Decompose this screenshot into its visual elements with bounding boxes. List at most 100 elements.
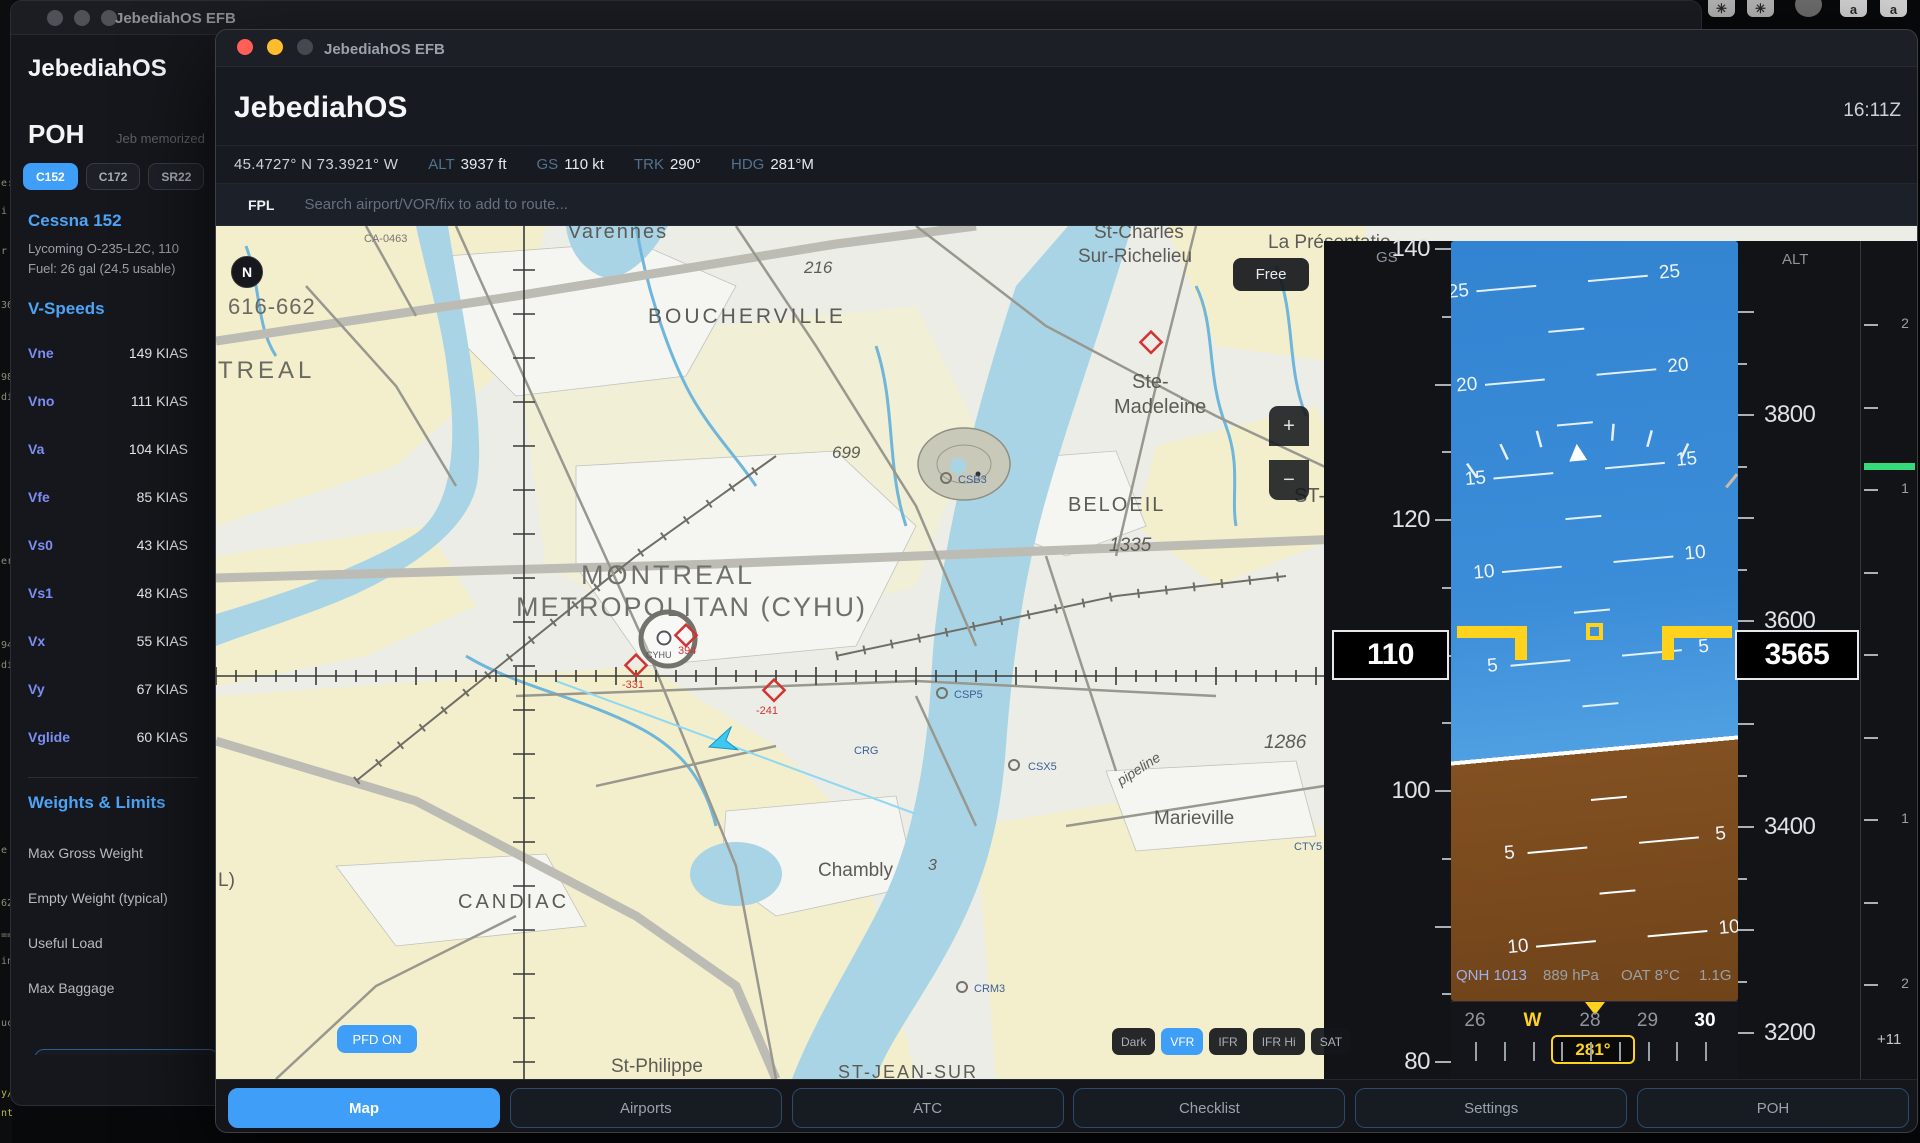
vsi-bar bbox=[1864, 463, 1915, 470]
aircraft-tab-c172[interactable]: C172 bbox=[86, 163, 141, 190]
map-label: CSB3 bbox=[958, 474, 987, 486]
titlebar[interactable]: JebediahOS EFB bbox=[216, 30, 1917, 67]
pressure-value: 889 hPa bbox=[1543, 967, 1599, 984]
heading-scale-number: 29 bbox=[1626, 1010, 1670, 1032]
alt-tape-number: 3400 bbox=[1764, 813, 1815, 841]
weight-row: Max Baggage bbox=[28, 966, 213, 1011]
pitch-label: 10 bbox=[1463, 560, 1505, 586]
status-gs: GS110 kt bbox=[537, 156, 604, 173]
map-mode-button[interactable]: Free bbox=[1233, 258, 1309, 291]
vspeed-row: Vs043 KIAS bbox=[28, 523, 188, 571]
amazon-app-icon[interactable]: a bbox=[1840, 0, 1867, 17]
aircraft-name: Cessna 152 bbox=[28, 211, 122, 231]
efb-window: JebediahOS EFB JebediahOS 16:11Z 45.4727… bbox=[215, 29, 1918, 1133]
terminal-text: r bbox=[1, 246, 7, 257]
map-label: CRG bbox=[854, 745, 878, 757]
map-label: Varennes bbox=[568, 226, 668, 243]
map-label: ST-JEAN-SUR bbox=[838, 1062, 978, 1079]
pitch-label: 25 bbox=[1451, 279, 1479, 305]
map-layer-ifr-hi[interactable]: IFR Hi bbox=[1253, 1028, 1305, 1055]
heading-scale-number: W bbox=[1511, 1010, 1555, 1032]
weight-row: Useful Load bbox=[28, 921, 213, 966]
qnh-value: QNH 1013 bbox=[1456, 967, 1527, 984]
close-icon[interactable] bbox=[237, 39, 253, 55]
sidebar-map-button[interactable]: Map bbox=[34, 1049, 216, 1055]
map-label: 1286 bbox=[1264, 732, 1307, 753]
weights-heading: Weights & Limits bbox=[28, 793, 166, 813]
map-layer-ifr[interactable]: IFR bbox=[1209, 1028, 1246, 1055]
map-label: TREAL bbox=[218, 357, 315, 384]
pitch-label: 20 bbox=[1657, 354, 1699, 380]
amazon-app-icon[interactable]: a bbox=[1880, 0, 1907, 17]
pitch-label: 10 bbox=[1497, 934, 1539, 960]
map-layer-dark[interactable]: Dark bbox=[1112, 1028, 1155, 1055]
map-layer-sat[interactable]: SAT bbox=[1311, 1028, 1351, 1055]
close-icon[interactable] bbox=[47, 10, 63, 26]
terminal-text: e bbox=[1, 845, 7, 856]
vspeeds-table: Vne149 KIASVno111 KIASVa104 KIASVfe85 KI… bbox=[28, 331, 188, 763]
map-label: CYHU bbox=[646, 650, 672, 660]
map-label: Marieville bbox=[1154, 808, 1234, 829]
nav-tab-atc[interactable]: ATC bbox=[792, 1088, 1064, 1128]
aircraft-tab-sr22[interactable]: SR22 bbox=[148, 163, 204, 190]
vspeed-row: Vno111 KIAS bbox=[28, 379, 188, 427]
pfd-panel: GS ALT 14012010080 3800360034003200 2525… bbox=[1324, 241, 1918, 1079]
nav-tab-settings[interactable]: Settings bbox=[1355, 1088, 1627, 1128]
map-label: CSP5 bbox=[954, 689, 983, 701]
maximize-icon[interactable] bbox=[297, 39, 313, 55]
map-label: -241 bbox=[756, 705, 778, 717]
zoom-in-button[interactable]: + bbox=[1269, 406, 1309, 446]
vsi-scale: +11 2112 bbox=[1860, 241, 1918, 1079]
aircraft-tab-c152[interactable]: C152 bbox=[23, 163, 78, 190]
map-label: BOUCHERVILLE bbox=[648, 305, 846, 328]
vspeed-row: Vne149 KIAS bbox=[28, 331, 188, 379]
window-title: JebediahOS EFB bbox=[324, 41, 445, 58]
poh-note: Jeb memorized bbox=[116, 131, 205, 146]
status-hdg: HDG281°M bbox=[731, 156, 814, 173]
bottom-nav: MapAirportsATCChecklistSettingsPOH bbox=[216, 1079, 1918, 1133]
circle-app-icon[interactable] bbox=[1795, 0, 1822, 17]
map-layer-switcher: DarkVFRIFR IFR HiSAT bbox=[1112, 1028, 1351, 1055]
pitch-label: 20 bbox=[1451, 373, 1488, 399]
map-label: BELOEIL bbox=[1068, 494, 1165, 516]
pitch-label: 5 bbox=[1472, 654, 1514, 680]
pfd-toggle-button[interactable]: PFD ON bbox=[337, 1025, 417, 1053]
north-indicator-button[interactable]: N bbox=[231, 256, 263, 288]
map-label: 1335 bbox=[1109, 535, 1152, 556]
nav-tab-poh[interactable]: POH bbox=[1637, 1088, 1909, 1128]
vspeed-row: Va104 KIAS bbox=[28, 427, 188, 475]
poh-sidebar: JebediahOS POH Jeb memorized C152C172SR2… bbox=[11, 35, 216, 1055]
roll-scale bbox=[1451, 396, 1738, 565]
speed-tape-number: 100 bbox=[1382, 777, 1430, 805]
map-layer-vfr[interactable]: VFR bbox=[1161, 1028, 1203, 1055]
nav-tab-airports[interactable]: Airports bbox=[510, 1088, 782, 1128]
map-label: CANDIAC bbox=[458, 891, 569, 913]
minimize-icon[interactable] bbox=[267, 39, 283, 55]
vspeed-row: Vx55 KIAS bbox=[28, 619, 188, 667]
zulu-clock: 16:11Z bbox=[1843, 100, 1901, 122]
page-title: JebediahOS bbox=[234, 91, 407, 125]
window-title: JebediahOS EFB bbox=[115, 10, 236, 27]
fpl-button[interactable]: FPL bbox=[248, 197, 274, 213]
map-label: Madeleine bbox=[1114, 396, 1206, 418]
vspeed-row: Vy67 KIAS bbox=[28, 667, 188, 715]
route-search-input[interactable] bbox=[304, 196, 1004, 213]
poh-heading: POH bbox=[28, 119, 84, 150]
heading-readout: 281° bbox=[1551, 1035, 1635, 1064]
map-label: MONTREAL bbox=[581, 560, 755, 590]
vsi-scale-number: 2 bbox=[1895, 315, 1915, 331]
position-readout: 45.4727° N 73.3921° W bbox=[234, 156, 398, 173]
spiral-app-icon[interactable]: ✳ bbox=[1708, 0, 1735, 17]
nav-tab-map[interactable]: Map bbox=[228, 1088, 500, 1128]
minimize-icon[interactable] bbox=[74, 10, 90, 26]
heading-scale-number: 26 bbox=[1453, 1010, 1497, 1032]
nav-tab-checklist[interactable]: Checklist bbox=[1073, 1088, 1345, 1128]
status-trk: TRK290° bbox=[634, 156, 701, 173]
vsi-scale-number: 2 bbox=[1895, 975, 1915, 991]
pitch-label: 10 bbox=[1674, 541, 1716, 567]
gload-value: 1.1G bbox=[1699, 967, 1732, 984]
spiral-app-icon[interactable]: ✳ bbox=[1747, 0, 1774, 17]
speed-tape-number: 80 bbox=[1382, 1048, 1430, 1076]
zoom-out-button[interactable]: − bbox=[1269, 460, 1309, 500]
vsi-scale-number: 1 bbox=[1895, 480, 1915, 496]
